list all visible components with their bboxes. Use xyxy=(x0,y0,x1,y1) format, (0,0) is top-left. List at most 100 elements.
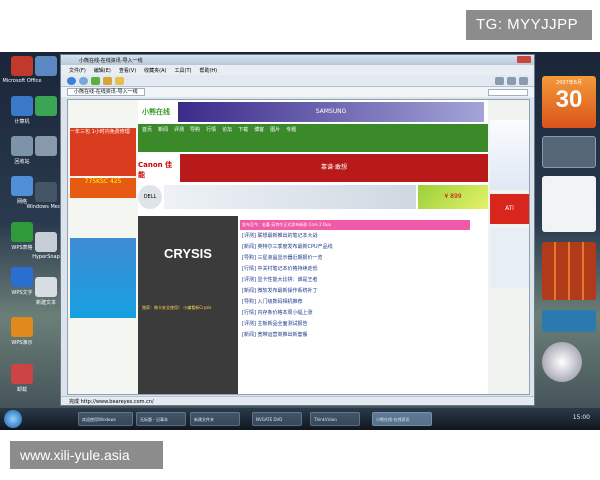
media-icon xyxy=(35,182,57,202)
web-page: 一年三包 1小时内免费修理 775KSC 425 小熊在线 SAMSUNG 首页… xyxy=(67,99,530,395)
clock-icon[interactable] xyxy=(542,342,582,382)
nav-bar: 首页 新闻 评测 导购 行情 论坛 下载 博客 图片 专题 xyxy=(138,124,488,152)
news-item[interactable]: [行情] 中关村笔记本价格持续走低 xyxy=(242,265,462,276)
nav-blog[interactable]: 博客 xyxy=(254,126,264,150)
nav-home[interactable]: 首页 xyxy=(142,126,152,150)
puzzle-gadget[interactable] xyxy=(542,242,596,300)
menu-tools[interactable]: 工具(T) xyxy=(175,67,192,74)
nav-review[interactable]: 评测 xyxy=(174,126,184,150)
browser-window: 小熊在线-在线资讯-导入一线 文件(F) 编辑(E) 查看(V) 收藏夹(A) … xyxy=(60,54,535,406)
canon-row: Canon 佳能 靠谱·敢想 xyxy=(138,154,488,182)
canon-banner[interactable]: 靠谱·敢想 xyxy=(180,154,488,182)
crysis-caption[interactable]: 独家：做卡安全使用！ 小编看新Crysis xyxy=(138,301,238,315)
ati-ad[interactable]: ATi xyxy=(490,194,529,224)
page-icon[interactable] xyxy=(507,76,516,85)
home-icon[interactable] xyxy=(103,76,112,85)
favorites-icon[interactable] xyxy=(115,76,124,85)
crysis-block: CRYSIS 独家：做卡安全使用！ 小编看新Crysis xyxy=(138,216,238,394)
taskbar-item[interactable]: 欢迎使用Windows xyxy=(78,412,133,426)
desktop-icon[interactable]: 卸载 xyxy=(2,364,42,393)
news-item[interactable]: [导购] 三星液晶显示器近期报价一览 xyxy=(242,254,462,265)
back-icon[interactable] xyxy=(67,76,76,85)
search-icon[interactable] xyxy=(488,88,528,96)
taskbar-clock: 15:00 xyxy=(572,414,590,421)
news-item[interactable]: [评测] 主板新品全面测试报告 xyxy=(242,320,462,331)
add-icon xyxy=(35,96,57,116)
right-ad-logos[interactable] xyxy=(490,228,529,288)
stocks-gadget[interactable] xyxy=(542,136,596,168)
calendar-day: 30 xyxy=(555,86,583,113)
start-button[interactable] xyxy=(4,410,22,428)
news-item[interactable]: [评测] 联想最新推出的笔记本大战 xyxy=(242,232,462,243)
header: 小熊在线 SAMSUNG xyxy=(138,100,488,124)
crysis-title[interactable]: CRYSIS xyxy=(138,246,238,261)
desktop-icon[interactable]: WPS演示 xyxy=(2,317,42,346)
window-title: 小熊在线-在线资讯-导入一线 xyxy=(79,58,143,64)
dell-banner[interactable] xyxy=(164,185,416,209)
menu-favorites[interactable]: 收藏夹(A) xyxy=(144,67,166,74)
desktop-icon-label: 新建文本 xyxy=(35,300,56,306)
right-ad-balloons[interactable] xyxy=(490,120,529,190)
desktop-icon-label: 卸载 xyxy=(16,387,27,393)
desktop-icon-label: 计算机 xyxy=(14,119,30,125)
calendar-gadget[interactable]: 2007年6月 30 xyxy=(542,76,596,128)
menu-help[interactable]: 帮助(H) xyxy=(199,67,217,74)
calendar-month: 2007年6月 xyxy=(556,80,582,86)
samsung-banner[interactable]: SAMSUNG xyxy=(178,102,484,122)
nav-news[interactable]: 新闻 xyxy=(158,126,168,150)
tab-active[interactable]: 小熊在线-在线资讯-导入一线 xyxy=(67,88,145,96)
nav-images[interactable]: 图片 xyxy=(270,126,280,150)
nav-topics[interactable]: 专题 xyxy=(286,126,296,150)
left-ad-top[interactable]: 一年三包 1小时内免费修理 xyxy=(70,128,136,176)
wps-presentation-icon xyxy=(11,317,33,337)
pink-bar[interactable]: 发布至今：宏碁·英特尔正式发布新款 Core 2 Duo xyxy=(240,220,470,230)
forward-icon[interactable] xyxy=(79,76,88,85)
notes-gadget[interactable] xyxy=(542,176,596,232)
folder-icon xyxy=(35,56,57,76)
taskbar-item[interactable]: ThinkVision xyxy=(310,412,360,426)
news-item[interactable]: [新闻] 微软发布最新操作系统补丁 xyxy=(242,287,462,298)
left-ad-price[interactable]: 775KSC 425 xyxy=(70,178,136,198)
price-badge[interactable]: ¥ 899 xyxy=(418,185,488,209)
taskbar: 欢迎使用Windows 无标题 - 记事本 新建文件夹 NVGATE DVD T… xyxy=(0,408,600,430)
news-item[interactable]: [导购] 入门级数码相机推荐 xyxy=(242,298,462,309)
taskbar-item-active[interactable]: 小熊在线-在线资讯 xyxy=(372,412,432,426)
nav-market[interactable]: 行情 xyxy=(206,126,216,150)
news-item[interactable]: [新闻] 英特尔三季度发布最新CPU产品线 xyxy=(242,243,462,254)
left-column: 一年三包 1小时内免费修理 775KSC 425 xyxy=(68,100,138,394)
watermark-bottom: www.xili-yule.asia xyxy=(10,441,163,469)
news-item[interactable]: [行情] 内存条价格本周小幅上涨 xyxy=(242,309,462,320)
hypersnap-icon xyxy=(35,232,57,252)
status-text: 完成 http://www.beareyes.com.cn/ xyxy=(69,399,154,405)
nav-download[interactable]: 下载 xyxy=(238,126,248,150)
right-column: ATi xyxy=(488,100,529,394)
screen-photo: Microsoft Office 计算机 回收站 网络 WPS表格 WPS文字 … xyxy=(0,52,600,430)
center-column: 小熊在线 SAMSUNG 首页 新闻 评测 导购 行情 论坛 下载 博客 图片 … xyxy=(138,100,488,394)
taskbar-item[interactable]: NVGATE DVD xyxy=(252,412,302,426)
desktop-icon-label: HyperSnap xyxy=(32,254,60,260)
watermark-top: TG: MYYJJPP xyxy=(466,10,592,40)
menu-edit[interactable]: 编辑(E) xyxy=(94,67,111,74)
close-icon[interactable] xyxy=(517,56,531,63)
site-logo[interactable]: 小熊在线 xyxy=(142,107,170,117)
menu-view[interactable]: 查看(V) xyxy=(119,67,136,74)
canon-logo[interactable]: Canon 佳能 xyxy=(138,154,178,182)
dell-logo[interactable]: DELL xyxy=(138,185,162,209)
window-title-bar[interactable]: 小熊在线-在线资讯-导入一线 xyxy=(61,55,534,65)
menu-bar: 文件(F) 编辑(E) 查看(V) 收藏夹(A) 工具(T) 帮助(H) xyxy=(61,65,534,75)
uninstall-icon xyxy=(11,364,33,384)
print-icon[interactable] xyxy=(495,76,504,85)
refresh-icon[interactable] xyxy=(91,76,100,85)
tools-icon[interactable] xyxy=(519,76,528,85)
taskbar-item[interactable]: 无标题 - 记事本 xyxy=(136,412,186,426)
slideshow-gadget[interactable] xyxy=(542,310,596,332)
news-item[interactable]: [评测] 显卡性能大比拼：谁是王者 xyxy=(242,276,462,287)
nav-forum[interactable]: 论坛 xyxy=(222,126,232,150)
left-ad-monitor[interactable] xyxy=(70,238,136,318)
menu-file[interactable]: 文件(F) xyxy=(69,67,86,74)
nav-guide[interactable]: 导购 xyxy=(190,126,200,150)
taskbar-item[interactable]: 新建文件夹 xyxy=(190,412,240,426)
desktop-icon-label: 回收站 xyxy=(14,159,30,165)
news-item[interactable]: [新闻] 宽带运营商推出新套餐 xyxy=(242,331,462,342)
news-list: [评测] 联想最新推出的笔记本大战 [新闻] 英特尔三季度发布最新CPU产品线 … xyxy=(242,232,462,392)
